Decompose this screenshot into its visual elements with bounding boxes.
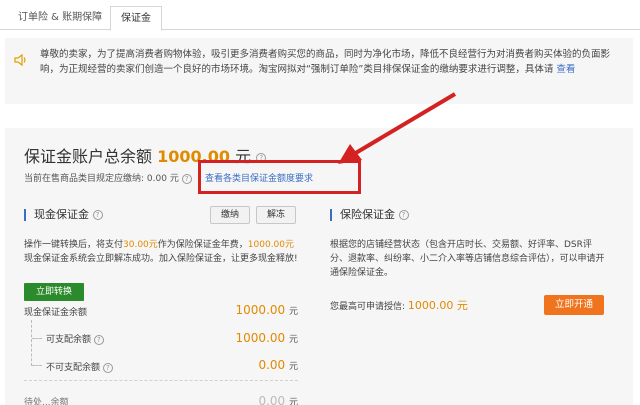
notice-link[interactable]: 查看 [556, 64, 575, 75]
question-icon[interactable]: ? [181, 173, 192, 184]
tree-branch [32, 338, 42, 339]
cash-deposit-title: 现金保证金 ? [24, 209, 103, 221]
speaker-icon [14, 53, 26, 67]
question-icon[interactable]: ? [398, 210, 409, 220]
divider [24, 380, 298, 381]
cash-balance-label: 现金保证金余额 [24, 308, 88, 318]
release-button[interactable]: 解冻 [256, 206, 296, 224]
required-deposit: 当前在售商品类目规定应缴纳: 0.00 元 ? [24, 171, 192, 184]
insurance-deposit-title: 保险保证金 ? [330, 209, 409, 221]
question-icon[interactable]: ? [102, 362, 113, 373]
insurance-description: 根据您的店铺经营状态（包含开店时长、交易额、好评率、DSR评分、退款率、纠纷率、… [330, 240, 605, 278]
available-balance-value: 1000.00 元 [235, 331, 298, 345]
unavailable-balance-label: 不可支配余额 ? [46, 360, 113, 373]
open-now-button[interactable]: 立即开通 [544, 295, 604, 315]
cash-description: 操作一键转换后，将支付30.00元作为保险保证金年费，1000.00元现金保证金… [24, 240, 298, 264]
notice-banner: 尊敬的卖家，为了提高消费者购物体验，吸引更多消费者购买您的商品，同时为净化市场，… [5, 38, 633, 104]
partial-balance-value: 0.00 元 [258, 394, 298, 405]
available-balance-label: 可支配余额 ? [46, 332, 104, 345]
tree-branch [32, 365, 42, 366]
cash-balance-value: 1000.00 元 [235, 303, 298, 317]
credit-limit: 您最高可申请授信: 1000.00 元 [330, 299, 468, 312]
partial-balance-label: 待处...余额 [24, 398, 69, 405]
question-icon[interactable]: ? [92, 210, 103, 220]
unavailable-balance-value: 0.00 元 [258, 358, 298, 372]
tab-bar: 订单险 & 账期保障 保证金 [0, 0, 640, 31]
tree-line [31, 320, 32, 366]
tab-order-insurance[interactable]: 订单险 & 账期保障 [10, 8, 110, 30]
convert-now-button[interactable]: 立即转换 [24, 283, 84, 301]
tab-deposit[interactable]: 保证金 [110, 6, 162, 31]
pay-button[interactable]: 缴纳 [210, 206, 250, 224]
question-icon[interactable]: ? [93, 334, 104, 345]
notice-text: 尊敬的卖家，为了提高消费者购物体验，吸引更多消费者购买您的商品，同时为净化市场，… [40, 49, 611, 75]
red-arrow [338, 92, 457, 164]
